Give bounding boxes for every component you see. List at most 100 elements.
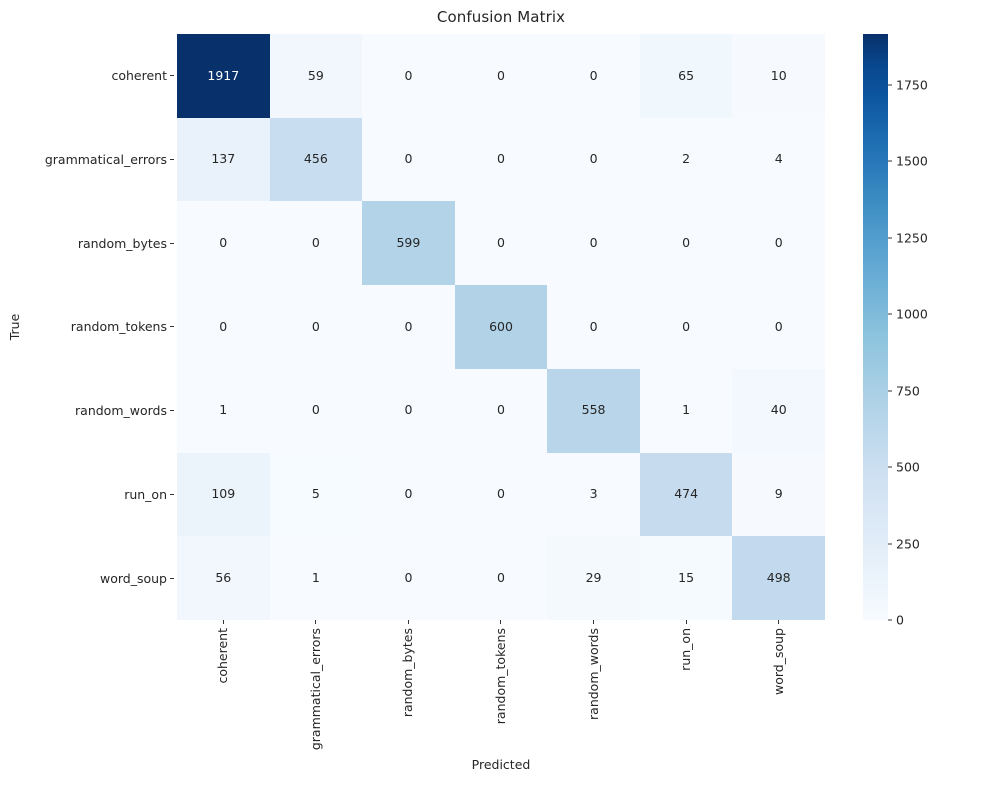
heatmap-cell: 0 (639, 201, 733, 286)
colorbar-tick-0: 0 (888, 613, 904, 628)
heatmap-cell: 0 (547, 34, 640, 118)
heatmap-cell: 5 (269, 452, 363, 537)
heatmap-cell: 0 (454, 452, 548, 537)
heatmap-cell: 1 (269, 536, 363, 620)
heatmap-cell: 0 (454, 536, 548, 620)
colorbar-tick-mark (888, 237, 892, 239)
x-tick-mark (547, 620, 640, 626)
heatmap-cell: 0 (269, 285, 363, 369)
colorbar-tick-text: 500 (896, 459, 920, 475)
heatmap-cell: 1917 (177, 34, 270, 118)
heatmap-cell: 109 (177, 452, 270, 537)
x-axis-tick-labels: coherent grammatical_errors random_bytes ra… (177, 628, 825, 750)
heatmap-cell: 56 (177, 536, 270, 620)
colorbar-tick-1250: 1250 (888, 230, 928, 245)
colorbar-tick-text: 1750 (896, 77, 928, 93)
heatmap-cell: 0 (177, 285, 270, 369)
heatmap-cell: 599 (362, 201, 455, 286)
x-tick-label-random-tokens: random_tokens (492, 628, 508, 725)
heatmap-cell: 2 (639, 117, 733, 202)
colorbar-tick-mark (888, 619, 892, 621)
colorbar-tick-250: 250 (888, 536, 920, 551)
y-tick-label-random-words: random_words (75, 403, 167, 419)
y-tick-label-random-tokens: random_tokens (70, 319, 167, 335)
heatmap-cell: 0 (269, 201, 363, 286)
y-tick-mark (170, 369, 177, 453)
heatmap-cell: 0 (732, 285, 825, 369)
heatmap-cell: 498 (732, 536, 825, 620)
colorbar-tick-750: 750 (888, 383, 920, 398)
heatmap-cell: 0 (362, 452, 455, 537)
heatmap-cell: 0 (547, 117, 640, 202)
heatmap-cell: 0 (547, 285, 640, 369)
y-axis-tick-labels: coherent grammatical_errors random_bytesra… (0, 34, 170, 620)
heatmap-cell: 29 (547, 536, 640, 620)
x-axis-label: Predicted (471, 757, 531, 772)
y-tick-label-grammatical-errors: grammatical_errors (44, 152, 167, 168)
heatmap-cell: 0 (639, 285, 733, 369)
y-tick-label-coherent: coherent (111, 68, 167, 84)
colorbar-tick-mark (888, 466, 892, 468)
x-tick-mark (640, 620, 733, 626)
heatmap-cell: 600 (454, 285, 548, 369)
heatmap-cell: 0 (362, 34, 455, 118)
colorbar-tick-1000: 1000 (888, 307, 928, 322)
heatmap-cell: 65 (639, 34, 733, 118)
y-tick-label-run-on: run_on (124, 486, 167, 502)
x-tick-mark (270, 620, 363, 626)
heatmap-cell: 59 (269, 34, 363, 118)
y-tick-mark (170, 34, 177, 118)
x-tick-mark (362, 620, 455, 626)
colorbar-tick-mark (888, 543, 892, 545)
y-tick-mark (170, 201, 177, 285)
y-tick-label-random-bytes: random_bytes (77, 235, 167, 251)
x-tick-mark (177, 620, 270, 626)
heatmap-cell: 0 (547, 201, 640, 286)
heatmap-cell: 0 (454, 117, 548, 202)
heatmap-cell: 0 (177, 201, 270, 286)
heatmap-cell: 40 (732, 368, 825, 453)
x-axis-tick-marks (177, 620, 825, 626)
confusion-matrix-figure: Confusion Matrix True coherent grammatica… (0, 0, 1000, 800)
y-axis-tick-marks (170, 34, 177, 620)
heatmap-cell: 137 (177, 117, 270, 202)
x-tick-mark (455, 620, 548, 626)
colorbar-tick-1500: 1500 (888, 154, 928, 169)
heatmap-cell: 456 (269, 117, 363, 202)
heatmap-cell: 0 (362, 285, 455, 369)
x-tick-label-random-bytes: random_bytes (400, 628, 416, 718)
x-tick-label-wrap: random_words (547, 628, 640, 750)
y-tick-mark (170, 285, 177, 369)
x-tick-mark (732, 620, 825, 626)
colorbar-tick-mark (888, 84, 892, 86)
colorbar-tick-1750: 1750 (888, 78, 928, 93)
heatmap-cell: 3 (547, 452, 640, 537)
colorbar-tick-text: 0 (896, 612, 904, 628)
heatmap-cell: 0 (732, 201, 825, 286)
heatmap-cell: 1 (177, 368, 270, 453)
heatmap-cell: 0 (362, 368, 455, 453)
x-tick-label-wrap: run_on (640, 628, 733, 750)
heatmap-cell: 558 (547, 368, 640, 453)
heatmap-cell: 0 (362, 536, 455, 620)
colorbar-tick-mark (888, 313, 892, 315)
colorbar-gradient (863, 34, 888, 620)
heatmap-cell: 0 (454, 368, 548, 453)
colorbar-tick-text: 1250 (896, 230, 928, 246)
x-tick-label-wrap: random_tokens (455, 628, 548, 750)
colorbar-tick-mark (888, 390, 892, 392)
colorbar-tick-text: 1500 (896, 153, 928, 169)
x-tick-label-wrap: random_bytes (362, 628, 455, 750)
colorbar-tick-mark (888, 160, 892, 162)
colorbar-tick-labels: 0 250 500 750 1000 1250 1500 1750 (888, 34, 948, 628)
heatmap-grid: 1917 59 0 0 0 65 10 137 456 0 0 0 2 4 0 0 599 0 0 0 0 0 0 0 600 0… (177, 34, 825, 620)
colorbar-tick-text: 750 (896, 383, 920, 399)
heatmap-cell: 0 (454, 201, 548, 286)
x-tick-label-grammatical-errors: grammatical_errors (307, 628, 323, 751)
x-tick-label-run-on: run_on (677, 628, 693, 671)
x-tick-label-wrap: coherent (177, 628, 270, 750)
y-tick-mark (170, 453, 177, 537)
x-tick-label-wrap: grammatical_errors (270, 628, 363, 750)
heatmap-cell: 9 (732, 452, 825, 537)
heatmap-cell: 0 (362, 117, 455, 202)
